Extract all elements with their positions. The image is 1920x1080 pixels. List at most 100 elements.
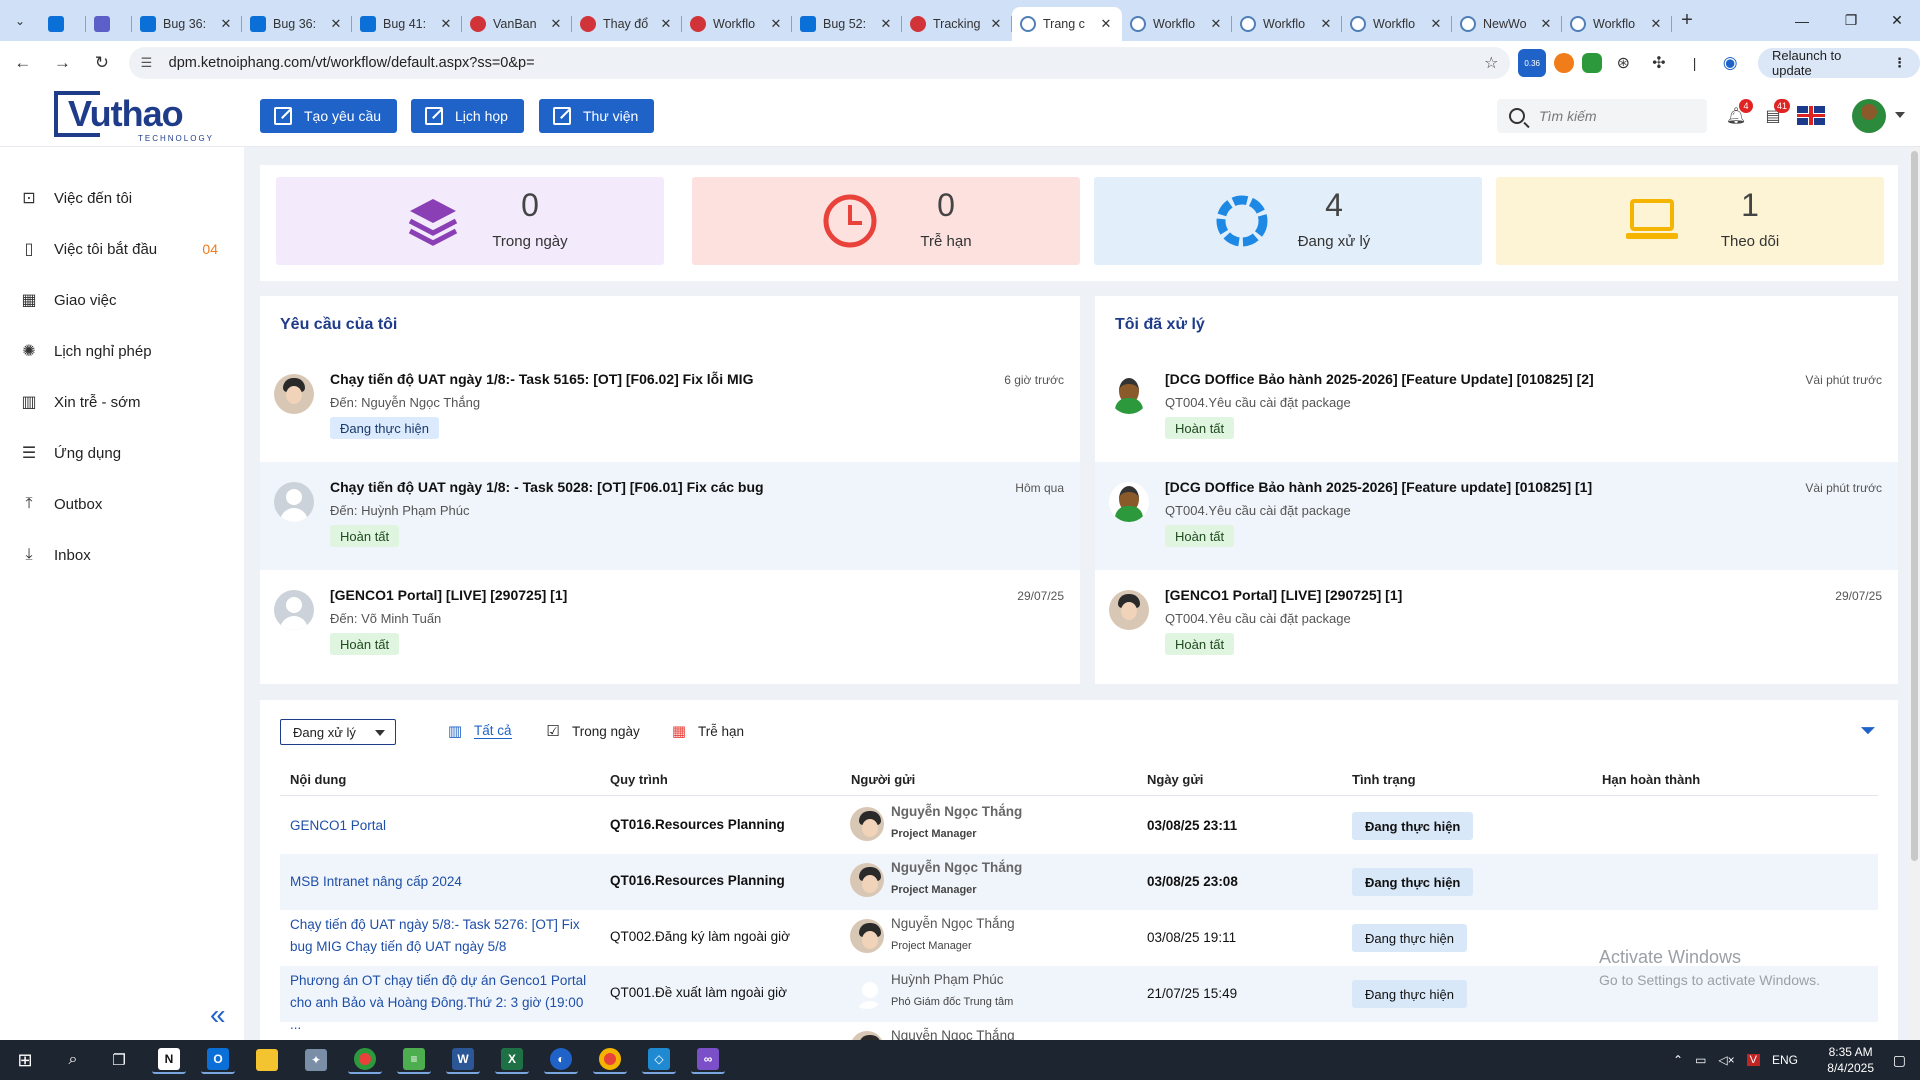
windows-start-icon[interactable]: ⊞ (8, 1046, 42, 1074)
request-item[interactable]: Chạy tiến độ UAT ngày 1/8:- Task 5165: [… (260, 354, 1080, 462)
close-tab-icon[interactable]: ✕ (1208, 16, 1224, 32)
site-info-icon[interactable]: ☰ (141, 55, 157, 71)
browser-tab[interactable]: Thay đổ ✕ (572, 7, 682, 41)
column-header[interactable]: Hạn hoàn thành (1602, 772, 1700, 787)
meeting-schedule-button[interactable]: Lịch họp (411, 99, 524, 133)
request-item[interactable]: [GENCO1 Portal] [LIVE] [290725] [1] QT004… (1095, 570, 1898, 678)
tab-search-icon[interactable]: ⌄ (6, 7, 34, 35)
chrome-icon[interactable] (348, 1046, 382, 1074)
excel-icon[interactable]: X (495, 1046, 529, 1074)
browser-tab[interactable]: Workflo ✕ (1122, 7, 1232, 41)
vscode-icon[interactable]: ◇ (642, 1046, 676, 1074)
browser-tab[interactable] (86, 7, 132, 41)
browser-tab[interactable]: Workflo ✕ (1562, 7, 1672, 41)
extensions-puzzle-icon[interactable]: ✣ (1645, 49, 1673, 77)
visual-studio-icon[interactable]: ∞ (691, 1046, 725, 1074)
relaunch-button[interactable]: Relaunch to update ⋮ (1758, 48, 1920, 78)
word-icon[interactable]: W (446, 1046, 480, 1074)
request-title[interactable]: [GENCO1 Portal] [LIVE] [290725] [1] (330, 587, 567, 603)
bell-icon[interactable]: 🔔︎ 4 (1725, 99, 1753, 127)
status-filter-select[interactable]: Đang xử lý (280, 719, 396, 745)
request-title[interactable]: [DCG DOffice Bảo hành 2025-2026] [Featur… (1165, 371, 1594, 387)
bookmark-star-icon[interactable]: ☆ (1484, 53, 1498, 73)
browser-tab[interactable]: Workflo ✕ (682, 7, 792, 41)
close-tab-icon[interactable]: ✕ (218, 16, 234, 32)
system-clock[interactable]: 8:35 AM 8/4/2025 (1827, 1044, 1874, 1076)
filter-funnel-icon[interactable]: ⏷ (1860, 720, 1876, 743)
sidebar-item-apps[interactable]: ☰ Ứng dụng (18, 438, 218, 468)
extension-orange-icon[interactable] (1554, 53, 1574, 73)
column-header[interactable]: Tình trạng (1352, 772, 1416, 787)
request-title[interactable]: [DCG DOffice Bảo hành 2025-2026] [Featur… (1165, 479, 1592, 495)
close-tab-icon[interactable]: ✕ (1098, 16, 1114, 32)
tab-all[interactable]: ▥ Tất cả (446, 722, 512, 740)
stat-card-today[interactable]: 0 Trong ngày (276, 177, 664, 265)
network-icon[interactable]: ▭ (1695, 1053, 1706, 1067)
extension-timer-icon[interactable]: 0.36 (1518, 49, 1547, 77)
sidebar-item-late-early[interactable]: ▥ Xin trễ - sớm (18, 387, 218, 417)
collapse-sidebar-icon[interactable]: « (210, 999, 226, 1031)
file-explorer-icon[interactable] (250, 1046, 284, 1074)
extension-clock-icon[interactable]: ⊛ (1610, 49, 1638, 77)
browser-tab[interactable] (40, 7, 86, 41)
close-window-icon[interactable]: ✕ (1869, 0, 1920, 41)
address-bar[interactable]: ☰ dpm.ketnoiphang.com/vt/workflow/defaul… (128, 47, 1511, 79)
browser-tab[interactable]: Bug 41: ✕ (352, 7, 462, 41)
browser-tab[interactable]: Workflo ✕ (1232, 7, 1342, 41)
chevron-down-icon[interactable] (1895, 112, 1905, 118)
notepad-icon[interactable]: ≡ (397, 1046, 431, 1074)
outlook-icon[interactable]: O (201, 1046, 235, 1074)
request-item[interactable]: [GENCO1 Portal] [LIVE] [290725] [1] Đến: … (260, 570, 1080, 678)
close-tab-icon[interactable]: ✕ (1318, 16, 1334, 32)
close-tab-icon[interactable]: ✕ (1648, 16, 1664, 32)
close-tab-icon[interactable]: ✕ (988, 16, 1004, 32)
minimize-icon[interactable]: — (1774, 0, 1830, 41)
request-item[interactable]: [DCG DOffice Bảo hành 2025-2026] [Featur… (1095, 354, 1898, 462)
table-row[interactable]: GENCO1 Portal QT016.Resources Planning Ngu… (280, 798, 1878, 854)
uk-flag-icon[interactable] (1797, 106, 1825, 125)
table-row[interactable]: Nguyễn Ngọc Thắng (280, 1022, 1878, 1040)
back-icon[interactable]: ← (6, 46, 40, 80)
browser-tab[interactable]: NewWo ✕ (1452, 7, 1562, 41)
profile-icon[interactable]: ◉ (1716, 49, 1744, 77)
sidebar-item-my-started-tasks[interactable]: ▯ Việc tôi bắt đầu 04 (18, 234, 218, 264)
browser-tab[interactable]: Bug 52: ✕ (792, 7, 902, 41)
column-header[interactable]: Nội dung (290, 772, 346, 787)
sidebar-item-inbox[interactable]: ⤓ Inbox (18, 540, 218, 570)
sidebar-item-leave[interactable]: ✺ Lịch nghỉ phép (18, 336, 218, 366)
search-icon[interactable]: ⌕ (56, 1046, 90, 1074)
close-tab-icon[interactable]: ✕ (438, 16, 454, 32)
vietnamese-ime-icon[interactable]: V (1746, 1054, 1760, 1066)
task-view-icon[interactable]: ❐ (102, 1046, 136, 1074)
reload-icon[interactable]: ↻ (85, 46, 119, 80)
library-button[interactable]: Thư viện (539, 99, 655, 133)
browser-tab[interactable]: Bug 36: ✕ (132, 7, 242, 41)
stat-card-processing[interactable]: 4 Đang xử lý (1094, 177, 1482, 265)
close-tab-icon[interactable]: ✕ (878, 16, 894, 32)
chrome-profile-icon[interactable] (593, 1046, 627, 1074)
request-item[interactable]: Chạy tiến độ UAT ngày 1/8: - Task 5028: … (260, 462, 1080, 570)
vuthao-logo[interactable]: Vuthao TECHNOLOGY (54, 91, 212, 143)
tab-overdue[interactable]: ▦ Trễ hạn (670, 722, 744, 740)
tab-today[interactable]: ☑ Trong ngày (544, 722, 640, 740)
notification-center-icon[interactable]: ▢ (1893, 1052, 1906, 1069)
sidebar-item-assign-tasks[interactable]: ▦ Giao việc (18, 285, 218, 315)
browser-tab[interactable]: Tracking ✕ (902, 7, 1012, 41)
user-avatar[interactable] (1852, 99, 1886, 133)
request-item[interactable]: [DCG DOffice Bảo hành 2025-2026] [Featur… (1095, 462, 1898, 570)
column-header[interactable]: Người gửi (851, 772, 915, 787)
extension-bookmark-icon[interactable] (1581, 53, 1602, 73)
page-scrollbar[interactable] (1909, 147, 1920, 1040)
search-input[interactable]: Tìm kiếm (1497, 99, 1707, 133)
more-menu-icon[interactable]: ⋮ (1893, 55, 1906, 71)
table-row[interactable]: MSB Intranet nâng cấp 2024 QT016.Resource… (280, 854, 1878, 910)
task-content-link[interactable]: MSB Intranet nâng cấp 2024 (290, 871, 590, 893)
browser-tab[interactable]: Workflo ✕ (1342, 7, 1452, 41)
sidebar-item-outbox[interactable]: ⤒ Outbox (18, 489, 218, 519)
task-content-link[interactable]: Chạy tiến độ UAT ngày 5/8:- Task 5276: [… (290, 914, 590, 958)
column-header[interactable]: Ngày gửi (1147, 772, 1203, 787)
close-tab-icon[interactable]: ✕ (768, 16, 784, 32)
task-list-icon[interactable]: ▤ 41 (1762, 99, 1790, 127)
chat-app-icon[interactable]: ◐ (544, 1046, 578, 1074)
chevron-up-icon[interactable]: ⌃ (1673, 1053, 1683, 1067)
